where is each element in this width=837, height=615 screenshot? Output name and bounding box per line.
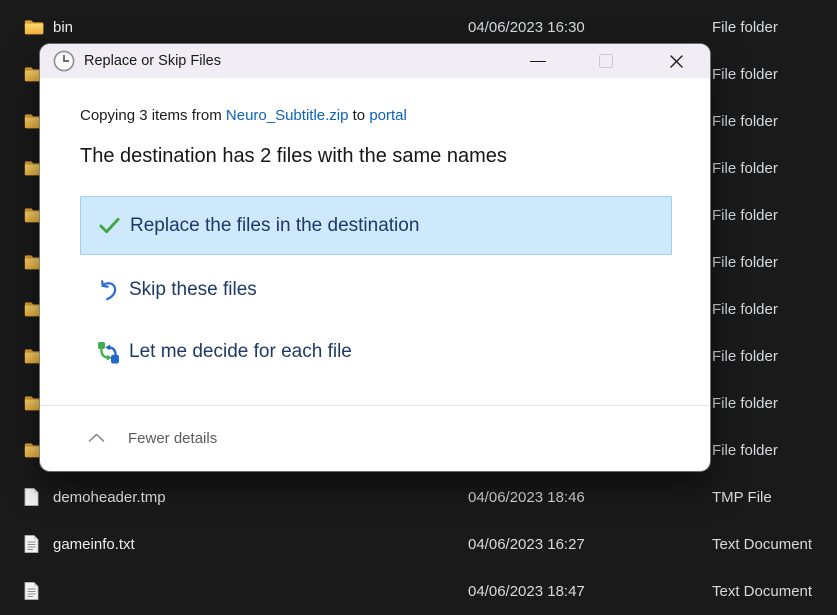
dialog-title: Replace or Skip Files — [84, 53, 221, 69]
option-decide-each-file[interactable]: Let me decide for each file — [80, 328, 672, 376]
swap-arrows-icon — [96, 340, 120, 364]
file-type: File folder — [712, 112, 778, 130]
file-icon — [24, 488, 39, 507]
destination-link[interactable]: portal — [369, 107, 407, 124]
file-date-modified: 04/06/2023 18:46 — [468, 488, 585, 506]
copy-summary-connector: to — [348, 107, 370, 124]
file-type: File folder — [712, 206, 778, 224]
copy-summary-prefix: Copying 3 items from — [80, 107, 226, 124]
file-type: File folder — [712, 347, 778, 365]
maximize-icon — [599, 54, 613, 68]
option-replace-files[interactable]: Replace the files in the destination — [80, 196, 672, 255]
file-row[interactable]: gameinfo.txt 04/06/2023 16:27 Text Documen… — [0, 521, 837, 568]
file-type: File folder — [712, 300, 778, 318]
fewer-details-toggle[interactable]: Fewer details — [80, 418, 217, 458]
option-label: Skip these files — [129, 279, 257, 300]
file-type: Text Document — [712, 582, 813, 600]
file-icon — [24, 535, 39, 554]
replace-skip-dialog: Replace or Skip Files Copying 3 items fr… — [40, 44, 710, 471]
file-date-modified: 04/06/2023 16:27 — [468, 535, 585, 553]
clock-icon — [52, 49, 76, 73]
close-button[interactable] — [660, 44, 692, 78]
file-date-modified: 04/06/2023 18:47 — [468, 582, 585, 600]
chevron-up-icon — [88, 433, 105, 442]
dialog-titlebar: Replace or Skip Files — [40, 44, 710, 78]
file-type: File folder — [712, 159, 778, 177]
file-type: File folder — [712, 18, 778, 36]
option-label: Replace the files in the destination — [130, 214, 420, 236]
file-row[interactable]: 04/06/2023 18:47 Text Document — [0, 568, 837, 615]
maximize-button — [590, 44, 622, 78]
file-type: File folder — [712, 394, 778, 412]
footer-divider — [40, 405, 710, 406]
file-type: File folder — [712, 441, 778, 459]
file-name: gameinfo.txt — [53, 535, 135, 553]
option-label: Let me decide for each file — [129, 341, 352, 362]
minimize-button[interactable] — [522, 44, 554, 78]
close-icon — [669, 54, 683, 68]
undo-arrow-icon — [96, 278, 120, 302]
option-skip-files[interactable]: Skip these files — [80, 266, 672, 314]
file-type: Text Document — [712, 535, 813, 553]
check-icon — [97, 214, 121, 238]
file-type: File folder — [712, 253, 778, 271]
file-type: File folder — [712, 65, 778, 83]
folder-icon — [24, 19, 44, 35]
conflict-heading: The destination has 2 files with the sam… — [80, 145, 507, 167]
file-name: demoheader.tmp — [53, 488, 166, 506]
file-icon — [24, 582, 39, 601]
source-link[interactable]: Neuro_Subtitle.zip — [226, 107, 349, 124]
file-row[interactable]: demoheader.tmp 04/06/2023 18:46 TMP File — [0, 474, 837, 521]
minimize-icon — [530, 60, 546, 62]
fewer-details-label: Fewer details — [128, 429, 218, 447]
copy-summary: Copying 3 items from Neuro_Subtitle.zip … — [80, 107, 407, 124]
file-type: TMP File — [712, 488, 772, 506]
